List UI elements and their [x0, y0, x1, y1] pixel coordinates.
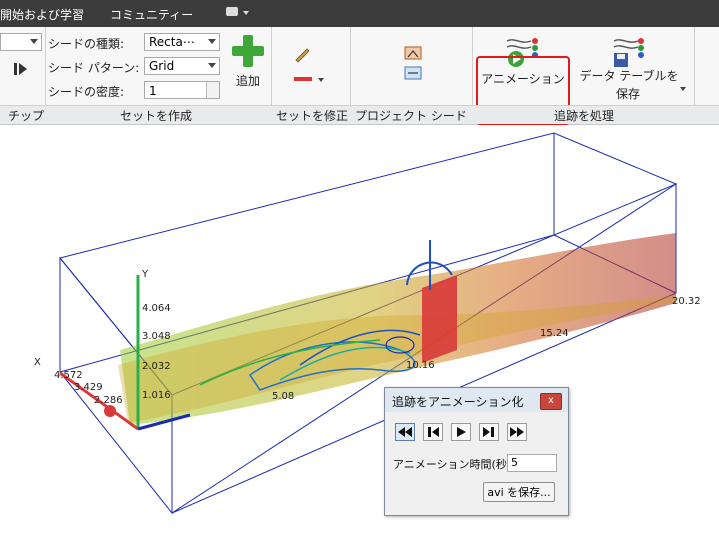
z-tick-2: 10.16: [406, 360, 435, 371]
add-label: 追加: [235, 74, 260, 88]
seed-type-select[interactable]: Recta⋯: [144, 33, 220, 51]
tab-community[interactable]: コミュニティー: [110, 6, 193, 23]
seed-pattern-select[interactable]: Grid: [144, 57, 220, 75]
seed-density-value: 1: [149, 84, 157, 98]
rewind-button[interactable]: [395, 423, 415, 441]
top-menu-bar: 開始および学習 コミュニティー: [0, 0, 719, 27]
seed-type-label: シードの種類:: [48, 37, 125, 51]
step-back-button[interactable]: [423, 423, 443, 441]
save-table-label-1[interactable]: データ テーブルを: [574, 67, 684, 84]
flow-visualization[interactable]: Y X 4.064 3.048 2.032 1.016 4.572 3.429 …: [0, 125, 719, 534]
x-tick-3: 2.286: [94, 395, 123, 406]
play-step-icon[interactable]: [19, 63, 27, 75]
z-tick-3: 15.24: [540, 328, 569, 339]
group-label-bar: チップ セットを作成 セットを修正 プロジェクト シード 追跡を処理: [0, 105, 719, 124]
x-tick-1: 4.572: [54, 370, 83, 381]
fast-forward-icon: [510, 427, 524, 437]
x-tick-2: 3.429: [74, 382, 103, 393]
seed-density-label: シードの密度:: [48, 85, 125, 99]
obstacle-plate: [422, 275, 457, 363]
remove-icon[interactable]: [294, 77, 312, 81]
axis-y-label: Y: [141, 269, 149, 280]
chevron-down-icon[interactable]: [243, 11, 249, 15]
y-tick-1: 4.064: [142, 303, 171, 314]
y-tick-2: 3.048: [142, 331, 171, 342]
z-tick-4: 20.32: [672, 296, 701, 307]
dialog-titlebar[interactable]: 追跡をアニメーション化 x: [385, 388, 568, 412]
seed-type-value: Recta⋯: [149, 35, 195, 49]
3d-viewport[interactable]: Y X 4.064 3.048 2.032 1.016 4.572 3.429 …: [0, 125, 719, 534]
group-modify-set: セットを修正: [276, 109, 349, 123]
y-tick-3: 2.032: [142, 361, 171, 372]
ribbon: シードの種類: Recta⋯ シード パターン: Grid シードの密度: 1 …: [0, 27, 719, 125]
group-tips: チップ: [8, 109, 45, 123]
animation-time-label: アニメーション時間(秒): [393, 458, 512, 471]
animation-time-input[interactable]: 5: [507, 454, 557, 472]
pencil-icon[interactable]: [293, 45, 311, 63]
axis-x-label: X: [34, 357, 41, 368]
chevron-down-icon[interactable]: [680, 87, 686, 91]
dialog-title: 追跡をアニメーション化: [392, 395, 524, 409]
add-button[interactable]: [231, 33, 265, 69]
group-project-seed: プロジェクト シード: [355, 109, 467, 123]
y-tick-4: 1.016: [142, 390, 171, 401]
play-button[interactable]: [451, 423, 471, 441]
plus-icon: [232, 35, 264, 67]
save-table-label-2[interactable]: 保存: [606, 85, 650, 102]
animate-traces-dialog: 追跡をアニメーション化 x アニメーション時間(秒) 5 avi を保存...: [384, 387, 569, 516]
display-icon[interactable]: [226, 7, 238, 16]
group-process-trace: 追跡を処理: [554, 109, 615, 123]
chevron-down-icon[interactable]: [318, 78, 324, 82]
seed-pattern-label: シード パターン:: [48, 61, 140, 75]
step-forward-icon: [483, 427, 494, 437]
step-icon[interactable]: [14, 63, 17, 75]
play-icon: [457, 427, 466, 437]
fast-forward-button[interactable]: [507, 423, 527, 441]
seed-density-stepper[interactable]: 1: [144, 81, 220, 99]
rewind-icon: [398, 427, 412, 437]
step-back-icon: [428, 427, 439, 437]
save-table-icon[interactable]: [612, 35, 646, 69]
save-avi-button[interactable]: avi を保存...: [483, 482, 555, 502]
tips-combo[interactable]: [0, 33, 42, 51]
tab-getting-started[interactable]: 開始および学習: [0, 6, 84, 23]
close-button[interactable]: x: [540, 393, 562, 410]
seed-pattern-value: Grid: [149, 59, 175, 73]
z-tick-1: 5.08: [272, 391, 294, 402]
project-seed-icon[interactable]: [402, 43, 424, 83]
step-forward-button[interactable]: [479, 423, 499, 441]
group-create-set: セットを作成: [120, 109, 193, 123]
